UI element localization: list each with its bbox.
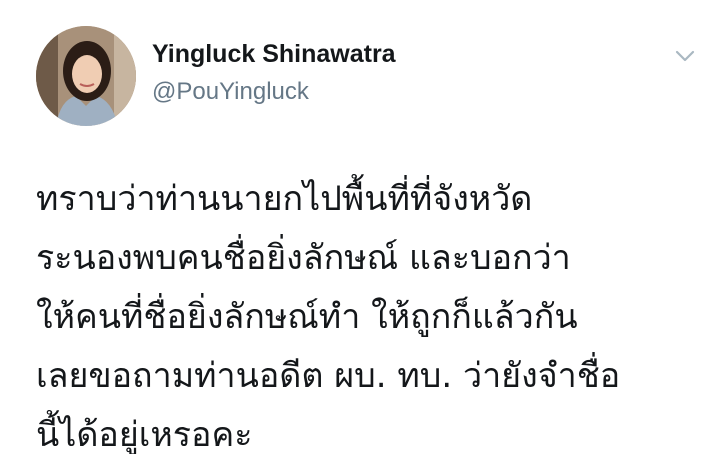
tweet-text-line: นี้ได้อยู่เหรอคะ bbox=[36, 415, 253, 454]
tweet-text-line: ทราบว่าท่านนายกไปพื้นที่ที่จังหวัด bbox=[36, 179, 533, 219]
tweet-card: Yingluck Shinawatra @PouYingluck ทราบว่า… bbox=[0, 0, 727, 454]
tweet-text: ทราบว่าท่านนายกไปพื้นที่ที่จังหวัด ระนอง… bbox=[36, 170, 716, 454]
avatar-image bbox=[36, 26, 136, 126]
tweet-text-line: ระนองพบคนชื่อยิ่งลักษณ์ และบอกว่า bbox=[36, 238, 571, 278]
tweet-text-line: เลยขอถามท่านอดีต ผบ. ทบ. ว่ายังจำชื่อ bbox=[36, 356, 621, 396]
tweet-text-line: ให้คนที่ชื่อยิ่งลักษณ์ทำ ให้ถูกก็แล้วกัน bbox=[36, 297, 578, 337]
author-handle[interactable]: @PouYingluck bbox=[152, 78, 309, 106]
profile-avatar[interactable] bbox=[36, 26, 136, 126]
author-display-name[interactable]: Yingluck Shinawatra bbox=[152, 40, 396, 69]
chevron-down-icon[interactable] bbox=[672, 46, 698, 66]
